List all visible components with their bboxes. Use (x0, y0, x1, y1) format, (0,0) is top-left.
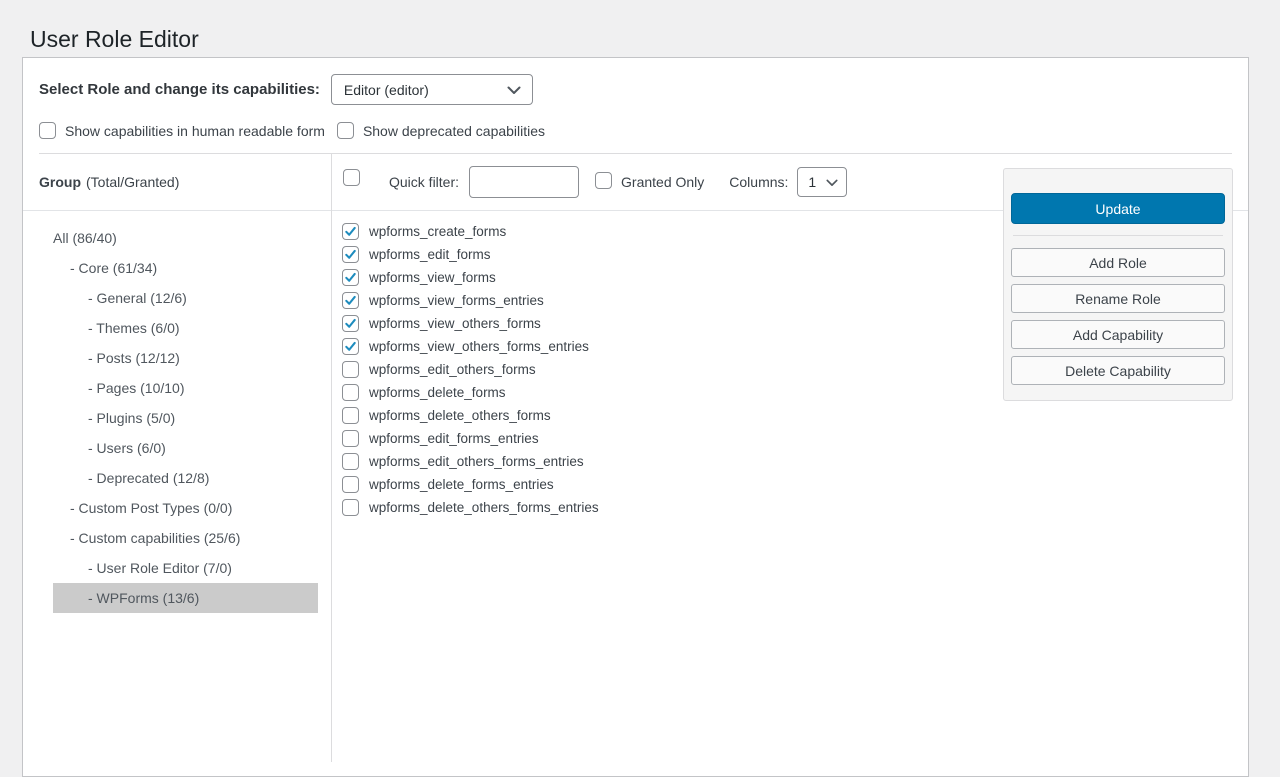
capabilities-column: Quick filter: Granted Only Columns: 1 wp… (332, 154, 1248, 762)
rename-role-button[interactable]: Rename Role (1011, 284, 1225, 313)
capability-checkbox[interactable] (342, 269, 359, 286)
capability-label: wpforms_edit_others_forms (369, 362, 536, 377)
group-header: Group (Total/Granted) (23, 154, 331, 211)
group-item[interactable]: - Posts (12/12) (53, 343, 318, 373)
page-title: User Role Editor (30, 26, 199, 54)
group-tree: All (86/40)- Core (61/34)- General (12/6… (23, 211, 331, 613)
capability-checkbox[interactable] (342, 430, 359, 447)
capability-checkbox[interactable] (342, 499, 359, 516)
actions-divider (1013, 235, 1223, 236)
capability-checkbox[interactable] (342, 384, 359, 401)
capability-row: wpforms_edit_others_forms_entries (342, 453, 1248, 470)
capability-checkbox[interactable] (342, 361, 359, 378)
role-select[interactable]: Editor (editor) (331, 74, 533, 105)
capability-label: wpforms_delete_forms (369, 385, 506, 400)
capability-label: wpforms_view_others_forms (369, 316, 541, 331)
granted-only-label: Granted Only (621, 174, 704, 190)
capability-label: wpforms_delete_forms_entries (369, 477, 554, 492)
groups-column: Group (Total/Granted) All (86/40)- Core … (23, 154, 332, 762)
show-deprecated-label: Show deprecated capabilities (363, 123, 545, 139)
group-item[interactable]: All (86/40) (53, 223, 318, 253)
chevron-down-icon (507, 82, 521, 98)
group-item[interactable]: - Themes (6/0) (53, 313, 318, 343)
capability-label: wpforms_edit_forms_entries (369, 431, 539, 446)
columns-label: Columns: (729, 174, 788, 190)
actions-panel: Update Add Role Rename Role Add Capability… (1003, 168, 1233, 401)
group-item[interactable]: - Core (61/34) (53, 253, 318, 283)
capability-checkbox[interactable] (342, 223, 359, 240)
capability-checkbox[interactable] (342, 246, 359, 263)
capability-label: wpforms_view_others_forms_entries (369, 339, 589, 354)
columns-select-value: 1 (808, 174, 816, 190)
delete-capability-button[interactable]: Delete Capability (1011, 356, 1225, 385)
capability-checkbox[interactable] (342, 476, 359, 493)
group-item[interactable]: - General (12/6) (53, 283, 318, 313)
group-header-title: Group (39, 174, 81, 190)
group-header-suffix: (Total/Granted) (86, 174, 179, 190)
top-section: Select Role and change its capabilities:… (23, 58, 1248, 153)
capability-label: wpforms_view_forms (369, 270, 496, 285)
capability-label: wpforms_delete_others_forms_entries (369, 500, 599, 515)
human-readable-label: Show capabilities in human readable form (65, 123, 325, 139)
role-select-value: Editor (editor) (344, 82, 429, 98)
add-role-button[interactable]: Add Role (1011, 248, 1225, 277)
capability-label: wpforms_delete_others_forms (369, 408, 551, 423)
capability-label: wpforms_view_forms_entries (369, 293, 544, 308)
group-item[interactable]: - User Role Editor (7/0) (53, 553, 318, 583)
group-item[interactable]: - Custom capabilities (25/6) (53, 523, 318, 553)
granted-only-checkbox[interactable] (595, 172, 612, 189)
capability-row: wpforms_edit_forms_entries (342, 430, 1248, 447)
columns-select[interactable]: 1 (797, 167, 847, 197)
group-item[interactable]: - Users (6/0) (53, 433, 318, 463)
capability-row: wpforms_delete_forms_entries (342, 476, 1248, 493)
capability-checkbox[interactable] (342, 407, 359, 424)
group-item[interactable]: - Plugins (5/0) (53, 403, 318, 433)
capability-row: wpforms_delete_others_forms (342, 407, 1248, 424)
group-item[interactable]: - Pages (10/10) (53, 373, 318, 403)
capability-label: wpforms_edit_others_forms_entries (369, 454, 584, 469)
group-item[interactable]: - Custom Post Types (0/0) (53, 493, 318, 523)
capability-label: wpforms_edit_forms (369, 247, 491, 262)
update-button[interactable]: Update (1011, 193, 1225, 224)
select-all-checkbox[interactable] (343, 169, 360, 186)
capability-checkbox[interactable] (342, 315, 359, 332)
user-role-editor-panel: Select Role and change its capabilities:… (22, 57, 1249, 777)
select-role-label: Select Role and change its capabilities: (39, 81, 320, 98)
capability-checkbox[interactable] (342, 292, 359, 309)
quick-filter-input[interactable] (469, 166, 579, 198)
quick-filter-label: Quick filter: (389, 174, 459, 190)
group-item[interactable]: - WPForms (13/6) (53, 583, 318, 613)
chevron-down-icon (826, 174, 838, 190)
capability-checkbox[interactable] (342, 338, 359, 355)
group-item[interactable]: - Deprecated (12/8) (53, 463, 318, 493)
add-capability-button[interactable]: Add Capability (1011, 320, 1225, 349)
show-deprecated-checkbox[interactable] (337, 122, 354, 139)
human-readable-checkbox[interactable] (39, 122, 56, 139)
secondary-actions: Add Role Rename Role Add Capability Delete … (1011, 248, 1225, 385)
capability-row: wpforms_delete_others_forms_entries (342, 499, 1248, 516)
capability-checkbox[interactable] (342, 453, 359, 470)
capability-label: wpforms_create_forms (369, 224, 506, 239)
